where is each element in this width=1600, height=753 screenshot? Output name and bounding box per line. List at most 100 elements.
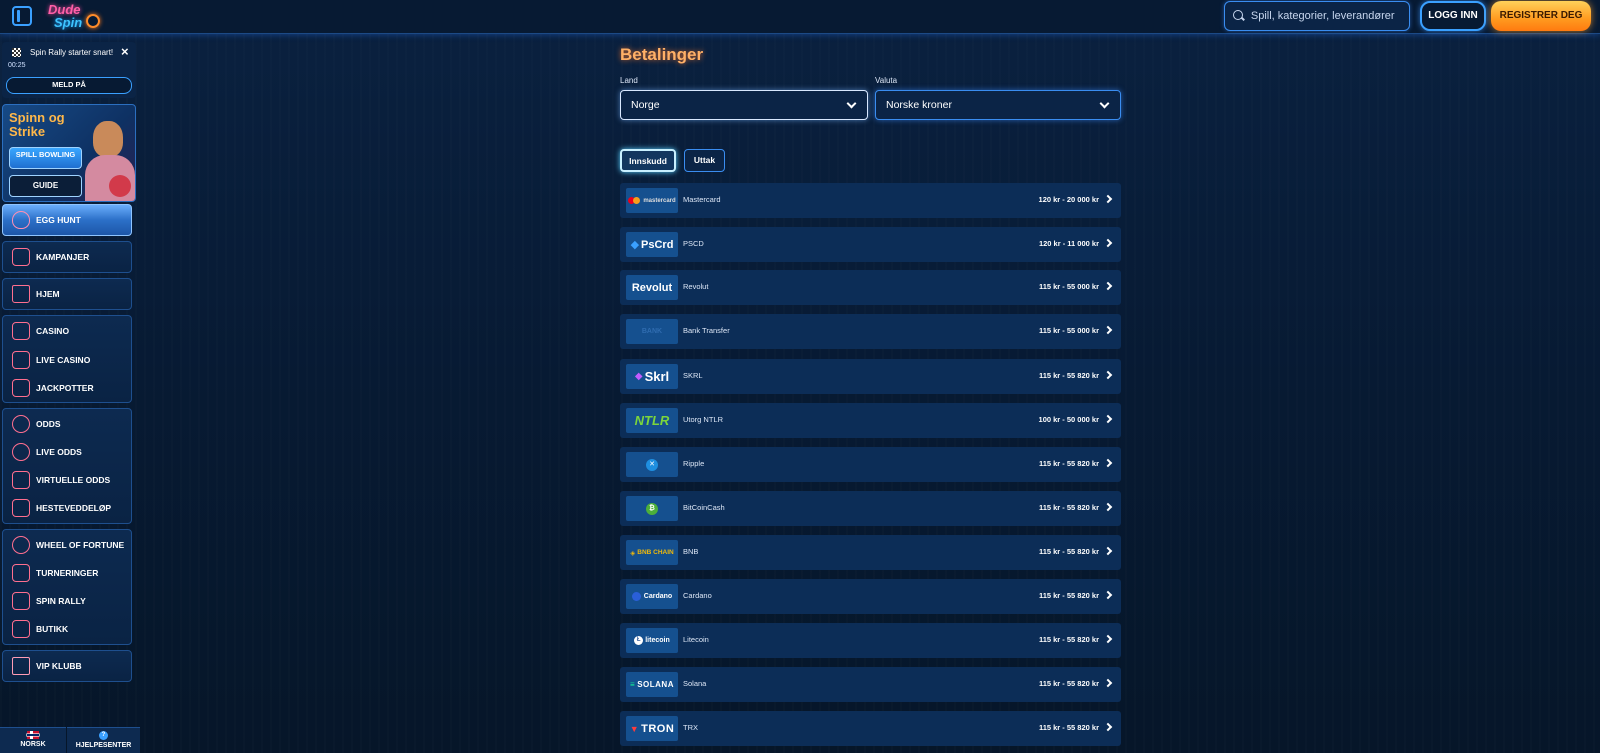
sidebar-item-egg-hunt[interactable]: EGG HUNT bbox=[3, 206, 133, 234]
payment-row-pscd[interactable]: ◆ PsCrd PSCD 120 kr - 11 000 kr bbox=[620, 227, 1121, 262]
tab-withdraw[interactable]: Uttak bbox=[684, 149, 725, 172]
sidebar-item-label: BUTIKK bbox=[36, 624, 69, 634]
sidebar-item-label: HJEM bbox=[36, 289, 60, 299]
sidebar-item-label: JACKPOTTER bbox=[36, 383, 94, 393]
sidebar-item-wheel-of-fortune[interactable]: WHEEL OF FORTUNE bbox=[3, 531, 133, 559]
search-icon bbox=[1233, 10, 1245, 22]
payment-name: Solana bbox=[683, 679, 707, 688]
nav-group-casino: CASINO LIVE CASINO JACKPOTTER bbox=[2, 315, 132, 403]
trophy-icon bbox=[12, 564, 30, 582]
search-input[interactable] bbox=[1250, 10, 1409, 22]
help-center-label: HJELPESENTER bbox=[75, 742, 132, 749]
nav-group-odds: ODDS LIVE ODDS VIRTUELLE ODDS HESTEVEDDE… bbox=[2, 408, 132, 524]
sidebar-item-jackpots[interactable]: JACKPOTTER bbox=[3, 374, 133, 402]
payment-name: Bank Transfer bbox=[683, 326, 730, 335]
help-center-button[interactable]: ? HJELPESENTER bbox=[67, 727, 140, 753]
payment-row-revolut[interactable]: Revolut Revolut 115 kr - 55 000 kr bbox=[620, 270, 1121, 305]
promo-banner[interactable]: Spinn og Strike SPILL BOWLING GUIDE bbox=[2, 104, 136, 202]
sidebar-item-tournaments[interactable]: TURNERINGER bbox=[3, 559, 133, 587]
egg-icon bbox=[12, 211, 30, 229]
rally-timer: 00:25 bbox=[8, 62, 26, 69]
chevron-right-icon bbox=[1103, 458, 1113, 468]
revolut-logo: Revolut bbox=[626, 275, 678, 300]
payment-row-ripple[interactable]: ✕ Ripple 115 kr - 55 820 kr bbox=[620, 447, 1121, 482]
bowling-ball-icon bbox=[86, 14, 100, 28]
register-button[interactable]: REGISTRER DEG bbox=[1491, 1, 1591, 31]
norway-flag-icon bbox=[27, 731, 39, 739]
sidebar-item-campaigns[interactable]: KAMPANJER bbox=[3, 243, 133, 271]
rally-notice-title: Spin Rally starter snart! bbox=[30, 48, 114, 57]
guide-button[interactable]: GUIDE bbox=[9, 175, 82, 197]
home-icon bbox=[12, 285, 30, 303]
live-icon bbox=[12, 443, 30, 461]
payment-row-litecoin[interactable]: Łlitecoin Litecoin 115 kr - 55 820 kr bbox=[620, 623, 1121, 658]
sidebar-item-label: VIRTUELLE ODDS bbox=[36, 475, 111, 485]
payment-row-ntlr[interactable]: NTLR Utorg NTLR 100 kr - 50 000 kr bbox=[620, 403, 1121, 438]
payment-name: Mastercard bbox=[683, 195, 721, 204]
brand-logo[interactable]: Dude Spin bbox=[46, 2, 106, 32]
payment-row-trx[interactable]: ▼ TRON TRX 115 kr - 55 820 kr bbox=[620, 711, 1121, 746]
horse-icon bbox=[12, 499, 30, 517]
brand-logo-bottom: Spin bbox=[54, 15, 83, 30]
page-title: Betalinger bbox=[620, 45, 704, 64]
sidebar-item-label: ODDS bbox=[36, 419, 61, 429]
tab-deposit[interactable]: Innskudd bbox=[620, 149, 676, 172]
gamepad-icon bbox=[12, 471, 30, 489]
sidebar-item-live-casino[interactable]: LIVE CASINO bbox=[3, 346, 133, 374]
country-select[interactable]: Norge bbox=[620, 90, 868, 120]
country-value: Norge bbox=[631, 99, 660, 111]
sidebar-item-casino[interactable]: CASINO bbox=[3, 317, 133, 345]
sidebar-item-spin-rally[interactable]: SPIN RALLY bbox=[3, 587, 133, 615]
join-rally-button[interactable]: MELD PÅ bbox=[6, 77, 132, 94]
payment-range: 115 kr - 55 000 kr bbox=[1038, 282, 1099, 291]
mastercard-logo: mastercard bbox=[626, 188, 678, 213]
payment-range: 100 kr - 50 000 kr bbox=[1038, 415, 1099, 424]
payment-row-bnb[interactable]: ◈ BNB CHAIN BNB 115 kr - 55 820 kr bbox=[620, 535, 1121, 570]
payment-row-skrl[interactable]: ◆ Skrl SKRL 115 kr - 55 820 kr bbox=[620, 359, 1121, 394]
nav-group-egg-hunt: EGG HUNT bbox=[2, 204, 132, 236]
shopping-bag-icon bbox=[12, 620, 30, 638]
payment-row-cardano[interactable]: Cardano Cardano 115 kr - 55 820 kr bbox=[620, 579, 1121, 614]
currency-select[interactable]: Norske kroner bbox=[875, 90, 1121, 120]
chevron-right-icon bbox=[1103, 281, 1113, 291]
payment-range: 115 kr - 55 820 kr bbox=[1038, 679, 1099, 688]
login-button[interactable]: LOGG INN bbox=[1420, 1, 1486, 31]
help-icon: ? bbox=[99, 731, 108, 740]
promo-character-image bbox=[83, 115, 135, 201]
payment-range: 115 kr - 55 000 kr bbox=[1038, 326, 1099, 335]
payment-range: 115 kr - 55 820 kr bbox=[1038, 459, 1099, 468]
sidebar-item-label: CASINO bbox=[36, 326, 70, 336]
sidebar-item-live-odds[interactable]: LIVE ODDS bbox=[3, 438, 133, 466]
ripple-logo: ✕ bbox=[626, 452, 678, 477]
crown-icon bbox=[12, 657, 30, 675]
payment-name: Utorg NTLR bbox=[683, 415, 724, 424]
sidebar-item-horse-racing[interactable]: HESTEVEDDELØP bbox=[3, 494, 133, 522]
payment-row-solana[interactable]: ≡ SOLANA Solana 115 kr - 55 820 kr bbox=[620, 667, 1121, 702]
payment-row-bitcoincash[interactable]: ₿ BitCoinCash 115 kr - 55 820 kr bbox=[620, 491, 1121, 526]
sidebar: Spin Rally starter snart! × 00:25 MELD P… bbox=[0, 34, 140, 753]
payment-name: Cardano bbox=[683, 591, 712, 600]
payment-row-mastercard[interactable]: mastercard Mastercard 120 kr - 20 000 kr bbox=[620, 183, 1121, 218]
sidebar-item-home[interactable]: HJEM bbox=[3, 280, 133, 308]
payment-row-bank-transfer[interactable]: BANK Bank Transfer 115 kr - 55 000 kr bbox=[620, 314, 1121, 349]
play-bowling-button[interactable]: SPILL BOWLING bbox=[9, 147, 82, 169]
bnb-chain-logo: ◈ BNB CHAIN bbox=[626, 540, 678, 565]
search-box[interactable] bbox=[1224, 1, 1410, 31]
payment-range: 120 kr - 11 000 kr bbox=[1038, 239, 1099, 248]
sidebar-toggle-icon[interactable] bbox=[12, 6, 32, 26]
close-icon[interactable]: × bbox=[121, 45, 129, 58]
sidebar-item-shop[interactable]: BUTIKK bbox=[3, 615, 133, 643]
checkered-flag-icon bbox=[12, 48, 21, 57]
sidebar-item-vip-club[interactable]: VIP KLUBB bbox=[3, 652, 133, 680]
chevron-down-icon bbox=[846, 98, 857, 109]
chevron-right-icon bbox=[1103, 634, 1113, 644]
sidebar-item-odds[interactable]: ODDS bbox=[3, 410, 133, 438]
payment-name: BitCoinCash bbox=[683, 503, 725, 512]
sidebar-item-virtual-odds[interactable]: VIRTUELLE ODDS bbox=[3, 466, 133, 494]
top-bar: Dude Spin LOGG INN REGISTRER DEG bbox=[0, 0, 1600, 34]
language-selector[interactable]: NORSK bbox=[0, 727, 66, 753]
chevron-right-icon bbox=[1103, 722, 1113, 732]
chevron-right-icon bbox=[1103, 502, 1113, 512]
sidebar-item-label: WHEEL OF FORTUNE bbox=[36, 540, 125, 550]
sidebar-item-label: HESTEVEDDELØP bbox=[36, 503, 112, 513]
